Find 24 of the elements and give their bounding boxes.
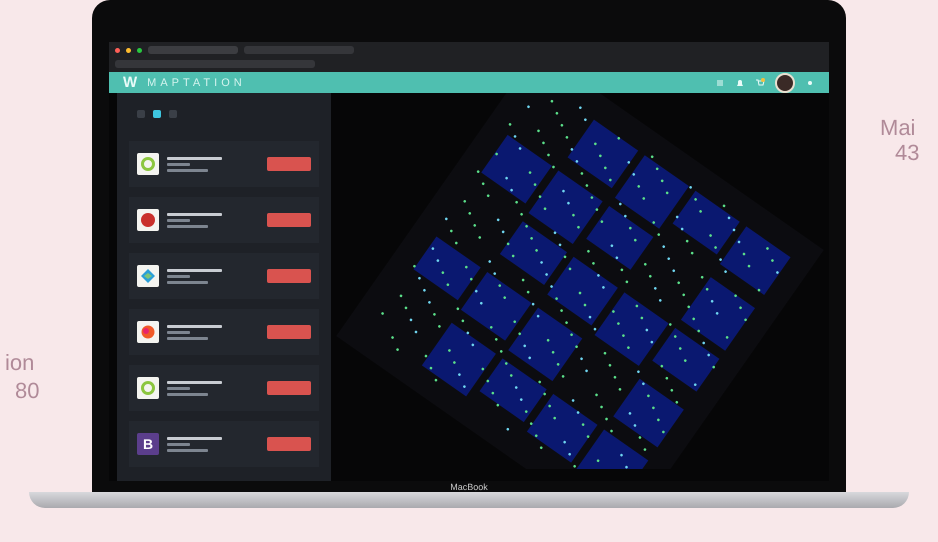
circle-logo-icon: [137, 209, 159, 232]
swirl-logo-icon: [137, 321, 159, 344]
brand-name: MAPTATION: [147, 76, 246, 89]
background-text: 43: [895, 140, 920, 166]
action-button[interactable]: [267, 437, 311, 452]
action-button[interactable]: [267, 325, 311, 340]
background-text: ion: [5, 350, 34, 376]
letter-logo-icon: B: [137, 433, 159, 456]
ring-logo-icon: [137, 377, 159, 400]
ring-logo-icon: [137, 153, 159, 176]
page-button[interactable]: [153, 110, 161, 118]
avatar[interactable]: [775, 72, 795, 93]
action-button[interactable]: [267, 157, 311, 172]
device-label: MacBook: [450, 482, 488, 492]
diamond-logo-icon: [137, 265, 159, 288]
background-text: 80: [15, 378, 40, 404]
cart-icon[interactable]: [755, 78, 765, 88]
menu-icon[interactable]: [715, 78, 725, 88]
action-button[interactable]: [267, 269, 311, 284]
action-button[interactable]: [267, 381, 311, 396]
bell-icon[interactable]: [735, 78, 745, 88]
logo-mark: W: [123, 74, 138, 92]
action-button[interactable]: [267, 213, 311, 228]
background-text: Mai: [880, 115, 916, 141]
